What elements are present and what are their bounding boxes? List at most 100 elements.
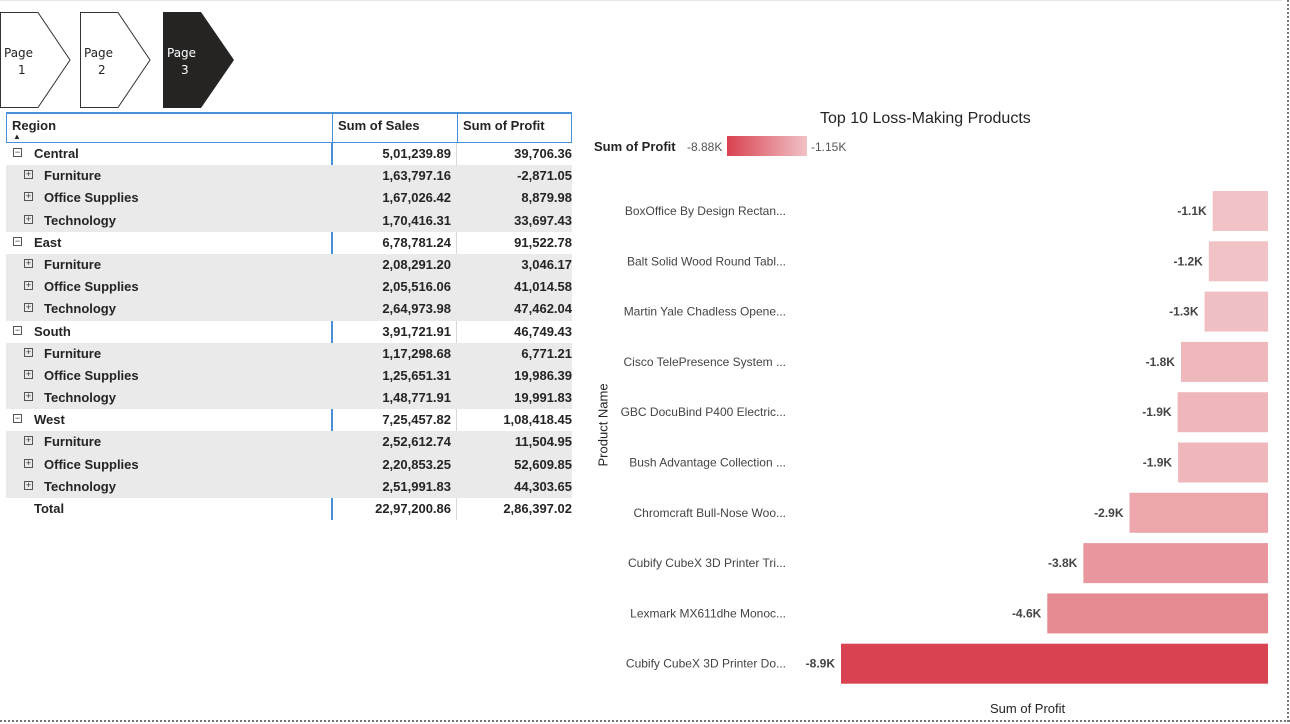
region-row[interactable]: − Central 5,01,239.89 39,706.36 <box>6 143 572 165</box>
bar[interactable] <box>1204 291 1268 332</box>
expand-icon[interactable]: + <box>24 214 33 224</box>
expand-icon[interactable]: + <box>24 392 33 402</box>
expand-icon[interactable]: + <box>24 258 33 268</box>
row-label: Furniture <box>44 168 102 184</box>
sales-cell: 3,91,721.91 <box>382 323 451 339</box>
header-divider <box>457 112 458 143</box>
collapse-icon[interactable]: − <box>13 148 22 157</box>
profit-cell: 33,697.43 <box>514 212 572 228</box>
category-row[interactable]: + Technology 1,70,416.31 33,697.43 <box>6 209 572 232</box>
row-label: Furniture <box>44 345 102 361</box>
bar[interactable] <box>1129 492 1268 533</box>
data-label: -1.1K <box>1177 204 1207 218</box>
expand-icon[interactable]: + <box>24 369 33 379</box>
profit-cell: 52,609.85 <box>514 456 572 472</box>
canvas-top-border <box>0 0 1282 1</box>
profit-cell: -2,871.05 <box>517 168 572 184</box>
row-label: South <box>34 323 71 339</box>
category-tick-label: Cisco TelePresence System ... <box>623 355 786 369</box>
sales-cell: 1,25,651.31 <box>382 367 451 383</box>
bar[interactable] <box>1212 191 1268 231</box>
collapse-icon[interactable]: − <box>13 325 22 335</box>
header-divider <box>332 112 333 143</box>
profit-cell: 41,014.58 <box>514 279 572 295</box>
bar[interactable] <box>1083 543 1268 584</box>
sales-cell: 2,51,991.83 <box>382 478 451 494</box>
page-3-button[interactable]: Page 3 <box>163 12 235 108</box>
row-label: Technology <box>44 301 116 317</box>
category-row[interactable]: + Office Supplies 1,25,651.31 19,986.39 <box>6 364 572 388</box>
bar-chart-plot: BoxOffice By Design Rectan... -1.1K Balt S… <box>621 191 1268 684</box>
profit-cell: 46,749.43 <box>514 323 572 339</box>
total-label: Total <box>34 501 65 516</box>
category-tick-label: Lexmark MX611dhe Monoc... <box>630 606 786 620</box>
category-row[interactable]: + Technology 1,48,771.91 19,991.83 <box>6 387 572 410</box>
row-label: Technology <box>44 390 116 406</box>
category-row[interactable]: + Technology 2,64,973.98 47,462.04 <box>6 298 572 321</box>
bar[interactable] <box>1047 593 1268 634</box>
data-label: -2.9K <box>1094 506 1124 520</box>
row-label: Office Supplies <box>44 279 139 295</box>
data-label: -3.8K <box>1048 556 1078 570</box>
expand-icon[interactable]: + <box>24 303 33 313</box>
profit-cell: 19,986.39 <box>514 367 572 383</box>
row-label: Office Supplies <box>44 190 139 206</box>
sort-ascending-icon[interactable]: ▲ <box>13 132 21 141</box>
bar[interactable] <box>841 643 1268 684</box>
data-label: -8.9K <box>806 657 836 671</box>
category-tick-label: BoxOffice By Design Rectan... <box>625 204 786 218</box>
expand-icon[interactable]: + <box>24 281 33 291</box>
profit-cell: 91,522.78 <box>514 234 572 250</box>
row-label: West <box>34 412 65 428</box>
row-label: Office Supplies <box>44 456 139 472</box>
collapse-icon[interactable]: − <box>13 414 22 424</box>
sales-column-header[interactable]: Sum of Sales <box>338 118 420 133</box>
region-matrix-table: Region ▲ Sum of Sales Sum of Profit − Cen… <box>6 112 572 521</box>
total-sales-cell: 22,97,200.86 <box>375 501 451 516</box>
category-row[interactable]: + Furniture 2,52,612.74 11,504.95 <box>6 431 572 454</box>
expand-icon[interactable]: + <box>24 192 33 202</box>
category-row[interactable]: + Office Supplies 1,67,026.42 8,879.98 <box>6 187 572 210</box>
category-row[interactable]: + Furniture 1,63,797.16 -2,871.05 <box>6 165 572 188</box>
sales-cell: 2,64,973.98 <box>382 301 451 317</box>
page-2-button[interactable]: Page 2 <box>80 12 152 108</box>
data-label: -1.9K <box>1143 456 1173 470</box>
bar[interactable] <box>1208 241 1268 282</box>
profit-cell: 6,771.21 <box>521 345 572 361</box>
category-row[interactable]: + Technology 2,51,991.83 44,303.65 <box>6 475 572 498</box>
bar[interactable] <box>1178 442 1268 483</box>
profit-cell: 11,504.95 <box>514 434 572 450</box>
category-row[interactable]: + Office Supplies 2,05,516.06 41,014.58 <box>6 276 572 299</box>
page-1-button[interactable]: Page 1 <box>0 12 72 108</box>
category-tick-label: GBC DocuBind P400 Electric... <box>621 405 786 419</box>
row-label: Furniture <box>44 256 102 272</box>
category-tick-label: Cubify CubeX 3D Printer Do... <box>626 657 786 671</box>
region-column-header[interactable]: Region <box>12 118 56 133</box>
region-row[interactable]: − East 6,78,781.24 91,522.78 <box>6 232 572 254</box>
expand-icon[interactable]: + <box>24 458 33 468</box>
bar[interactable] <box>1180 341 1268 382</box>
x-axis-label: Sum of Profit <box>990 701 1066 716</box>
category-row[interactable]: + Furniture 1,17,298.68 6,771.21 <box>6 342 572 365</box>
profit-cell: 8,879.98 <box>521 190 572 206</box>
bar[interactable] <box>1177 392 1268 433</box>
region-row[interactable]: − South 3,91,721.91 46,749.43 <box>6 321 572 343</box>
canvas-bottom-border <box>0 720 1290 722</box>
category-tick-label: Chromcraft Bull-Nose Woo... <box>634 506 787 520</box>
collapse-icon[interactable]: − <box>13 236 22 246</box>
category-row[interactable]: + Furniture 2,08,291.20 3,046.17 <box>6 253 572 277</box>
row-label: Technology <box>44 212 116 228</box>
category-row[interactable]: + Office Supplies 2,20,853.25 52,609.85 <box>6 453 572 476</box>
category-tick-label: Balt Solid Wood Round Tabl... <box>627 254 786 268</box>
data-label: -1.3K <box>1169 305 1199 319</box>
data-label: -1.9K <box>1142 405 1172 419</box>
expand-icon[interactable]: + <box>24 480 33 490</box>
page-3-label: Page 3 <box>167 46 197 77</box>
expand-icon[interactable]: + <box>24 170 33 180</box>
total-row: Total 22,97,200.86 2,86,397.02 <box>6 498 572 520</box>
region-row[interactable]: − West 7,25,457.82 1,08,418.45 <box>6 409 572 431</box>
profit-column-header[interactable]: Sum of Profit <box>463 118 545 133</box>
expand-icon[interactable]: + <box>24 347 33 357</box>
expand-icon[interactable]: + <box>24 436 33 446</box>
data-label: -1.2K <box>1174 254 1204 268</box>
